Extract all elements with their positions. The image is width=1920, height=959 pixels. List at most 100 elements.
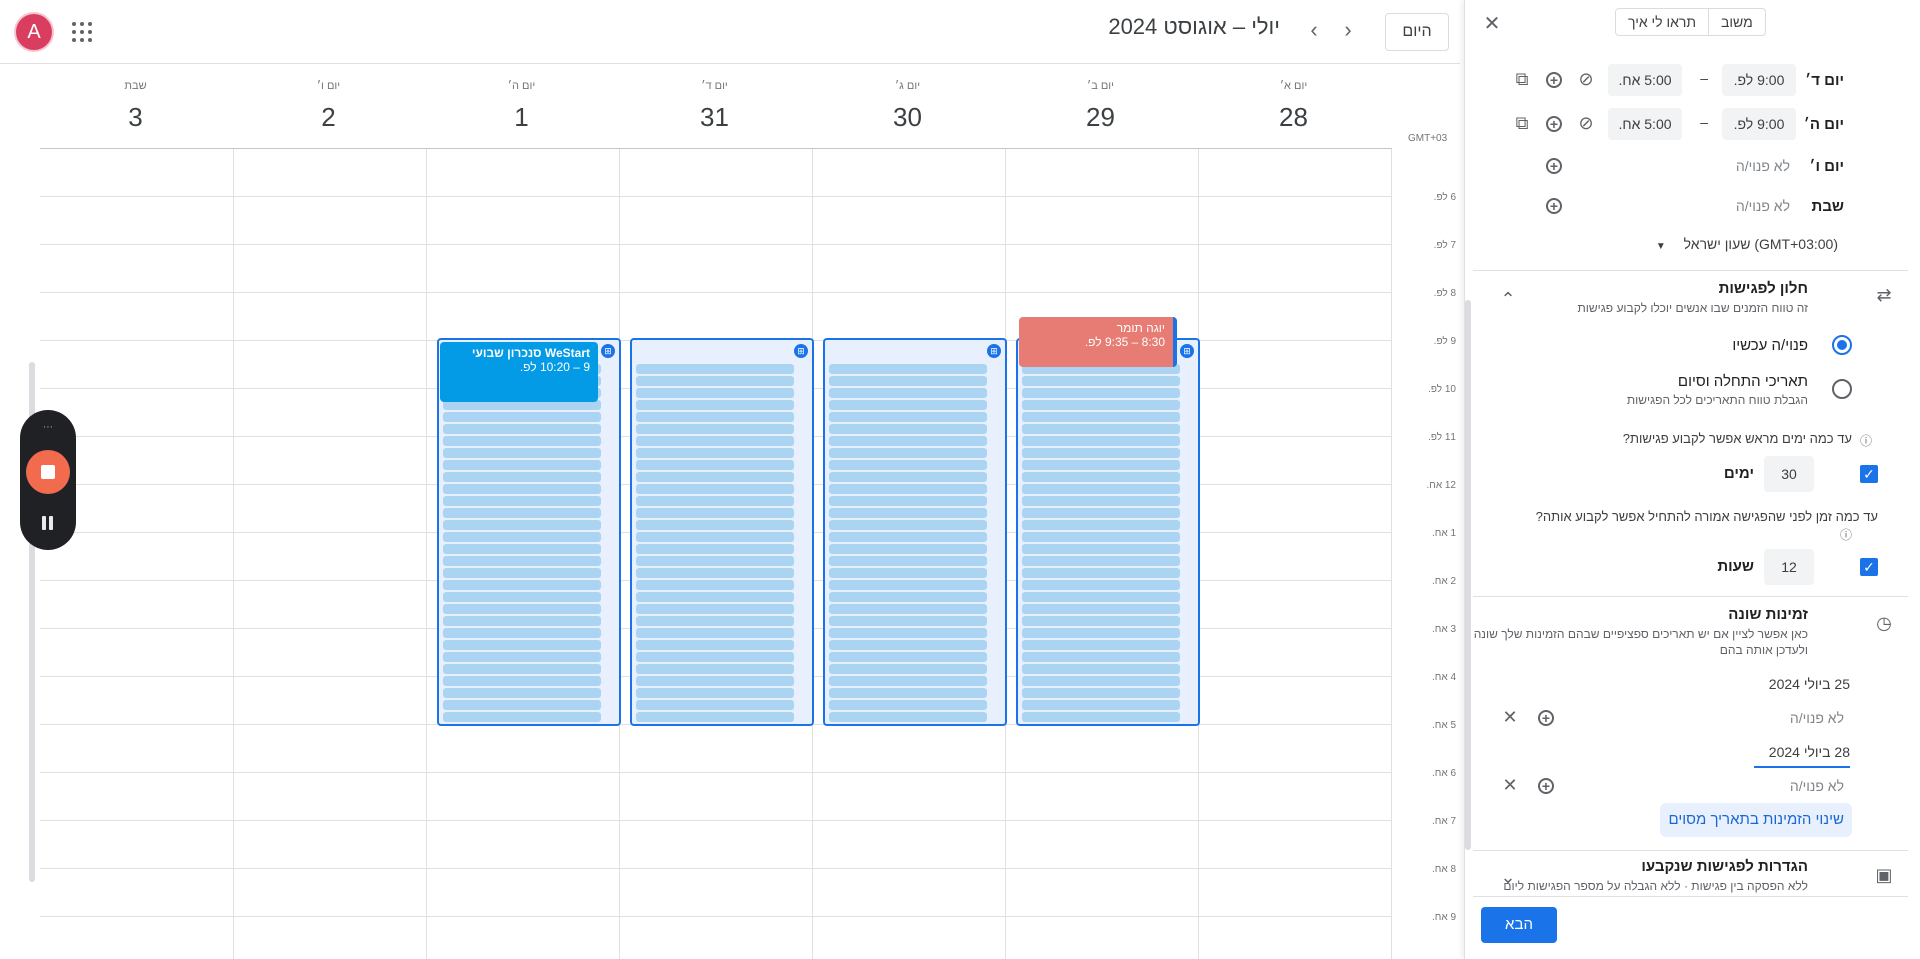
- copy-icon[interactable]: ⧉: [1510, 112, 1534, 136]
- available-slot[interactable]: [829, 628, 987, 638]
- available-slot[interactable]: [1022, 640, 1180, 650]
- available-slot[interactable]: [636, 484, 794, 494]
- availability-column[interactable]: ⊞: [630, 338, 814, 726]
- available-slot[interactable]: [1022, 712, 1180, 722]
- add-time-button[interactable]: +: [1534, 706, 1558, 730]
- available-slot[interactable]: [1022, 604, 1180, 614]
- available-slot[interactable]: [829, 496, 987, 506]
- show-me-how-button[interactable]: תראו לי איך: [1616, 9, 1710, 35]
- radio-available-now[interactable]: [1832, 335, 1852, 355]
- available-slot[interactable]: [1022, 676, 1180, 686]
- available-slot[interactable]: [636, 688, 794, 698]
- available-slot[interactable]: [829, 532, 987, 542]
- available-slot[interactable]: [1022, 388, 1180, 398]
- availability-column[interactable]: ⊞: [823, 338, 1007, 726]
- day-header[interactable]: יום ב׳ 29: [1004, 80, 1197, 133]
- remove-date-button[interactable]: ✕: [1498, 774, 1522, 798]
- available-slot[interactable]: [443, 652, 601, 662]
- date-field[interactable]: 25 ביולי 2024: [1769, 676, 1850, 692]
- available-slot[interactable]: [1022, 508, 1180, 518]
- collapse-chevron-icon[interactable]: ⌃: [1496, 288, 1520, 312]
- available-slot[interactable]: [636, 496, 794, 506]
- available-slot[interactable]: [443, 472, 601, 482]
- available-slot[interactable]: [636, 388, 794, 398]
- available-slot[interactable]: [829, 664, 987, 674]
- available-slot[interactable]: [829, 376, 987, 386]
- grid-icon[interactable]: ⊞: [794, 344, 808, 358]
- add-time-button[interactable]: +: [1542, 194, 1566, 218]
- available-slot[interactable]: [1022, 616, 1180, 626]
- available-slot[interactable]: [1022, 460, 1180, 470]
- available-slot[interactable]: [829, 652, 987, 662]
- available-slot[interactable]: [636, 436, 794, 446]
- available-slot[interactable]: [829, 700, 987, 710]
- available-slot[interactable]: [443, 592, 601, 602]
- available-slot[interactable]: [636, 472, 794, 482]
- available-slot[interactable]: [636, 604, 794, 614]
- available-slot[interactable]: [829, 484, 987, 494]
- close-button[interactable]: ✕: [1480, 13, 1504, 37]
- available-slot[interactable]: [443, 460, 601, 470]
- date-field[interactable]: 28 ביולי 2024: [1754, 744, 1850, 768]
- available-slot[interactable]: [1022, 424, 1180, 434]
- available-slot[interactable]: [443, 676, 601, 686]
- available-slot[interactable]: [636, 544, 794, 554]
- available-slot[interactable]: [636, 508, 794, 518]
- available-slot[interactable]: [636, 400, 794, 410]
- available-slot[interactable]: [636, 640, 794, 650]
- day-header[interactable]: יום ו׳ 2: [232, 80, 425, 133]
- radio-start-end-dates[interactable]: [1832, 379, 1852, 399]
- drag-handle-icon[interactable]: ⋯: [40, 423, 56, 433]
- hours-before-input[interactable]: 12: [1764, 549, 1814, 585]
- available-slot[interactable]: [1022, 580, 1180, 590]
- block-icon[interactable]: ⊘: [1574, 112, 1598, 136]
- available-slot[interactable]: [829, 400, 987, 410]
- available-slot[interactable]: [829, 616, 987, 626]
- available-slot[interactable]: [1022, 400, 1180, 410]
- day-header[interactable]: יום ה׳ 1: [425, 80, 618, 133]
- available-slot[interactable]: [1022, 376, 1180, 386]
- available-slot[interactable]: [636, 568, 794, 578]
- available-slot[interactable]: [636, 448, 794, 458]
- remove-date-button[interactable]: ✕: [1498, 706, 1522, 730]
- available-slot[interactable]: [443, 556, 601, 566]
- start-time-input[interactable]: 9:00 לפ.: [1722, 108, 1796, 140]
- available-slot[interactable]: [1022, 700, 1180, 710]
- available-slot[interactable]: [636, 424, 794, 434]
- available-slot[interactable]: [1022, 448, 1180, 458]
- available-slot[interactable]: [1022, 664, 1180, 674]
- available-slot[interactable]: [829, 556, 987, 566]
- available-slot[interactable]: [443, 712, 601, 722]
- available-slot[interactable]: [829, 604, 987, 614]
- available-slot[interactable]: [829, 472, 987, 482]
- day-header[interactable]: יום ג׳ 30: [811, 80, 1004, 133]
- available-slot[interactable]: [443, 544, 601, 554]
- available-slot[interactable]: [636, 532, 794, 542]
- start-time-input[interactable]: 9:00 לפ.: [1722, 64, 1796, 96]
- available-slot[interactable]: [1022, 484, 1180, 494]
- available-slot[interactable]: [1022, 652, 1180, 662]
- panel-scrollbar[interactable]: [1465, 300, 1471, 850]
- available-slot[interactable]: [1022, 688, 1180, 698]
- available-slot[interactable]: [443, 604, 601, 614]
- help-icon[interactable]: ⓘ: [1860, 432, 1872, 449]
- expand-chevron-icon[interactable]: ⌄: [1496, 866, 1520, 890]
- available-slot[interactable]: [636, 664, 794, 674]
- end-time-input[interactable]: 5:00 אח.: [1608, 64, 1682, 96]
- available-slot[interactable]: [1022, 412, 1180, 422]
- available-slot[interactable]: [636, 676, 794, 686]
- available-slot[interactable]: [829, 520, 987, 530]
- available-slot[interactable]: [443, 628, 601, 638]
- available-slot[interactable]: [443, 640, 601, 650]
- available-slot[interactable]: [443, 688, 601, 698]
- available-slot[interactable]: [829, 592, 987, 602]
- available-slot[interactable]: [443, 436, 601, 446]
- available-slot[interactable]: [636, 700, 794, 710]
- next-week-button[interactable]: ›: [1334, 17, 1362, 45]
- feedback-button[interactable]: משוב: [1709, 9, 1765, 35]
- available-slot[interactable]: [443, 424, 601, 434]
- next-button[interactable]: הבא: [1481, 907, 1557, 943]
- grid-icon[interactable]: ⊞: [1180, 344, 1194, 358]
- prev-week-button[interactable]: ‹: [1300, 17, 1328, 45]
- day-header[interactable]: יום א׳ 28: [1197, 80, 1390, 133]
